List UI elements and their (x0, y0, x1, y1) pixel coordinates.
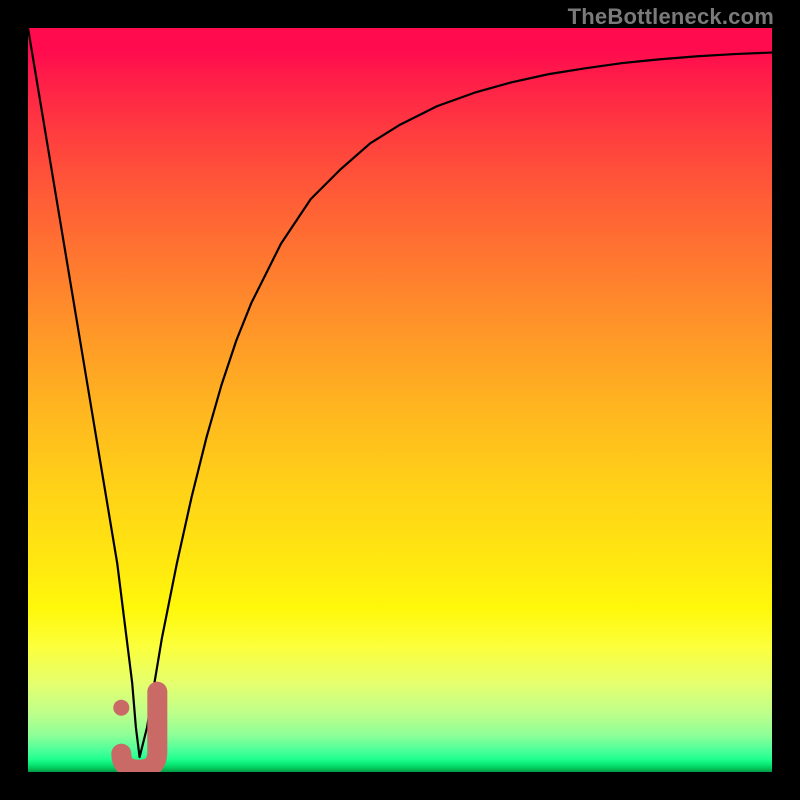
chart-svg (28, 28, 772, 772)
bottleneck-curve (28, 28, 772, 757)
watermark-text: TheBottleneck.com (568, 4, 774, 30)
chart-frame: TheBottleneck.com (0, 0, 800, 800)
plot-area (28, 28, 772, 772)
